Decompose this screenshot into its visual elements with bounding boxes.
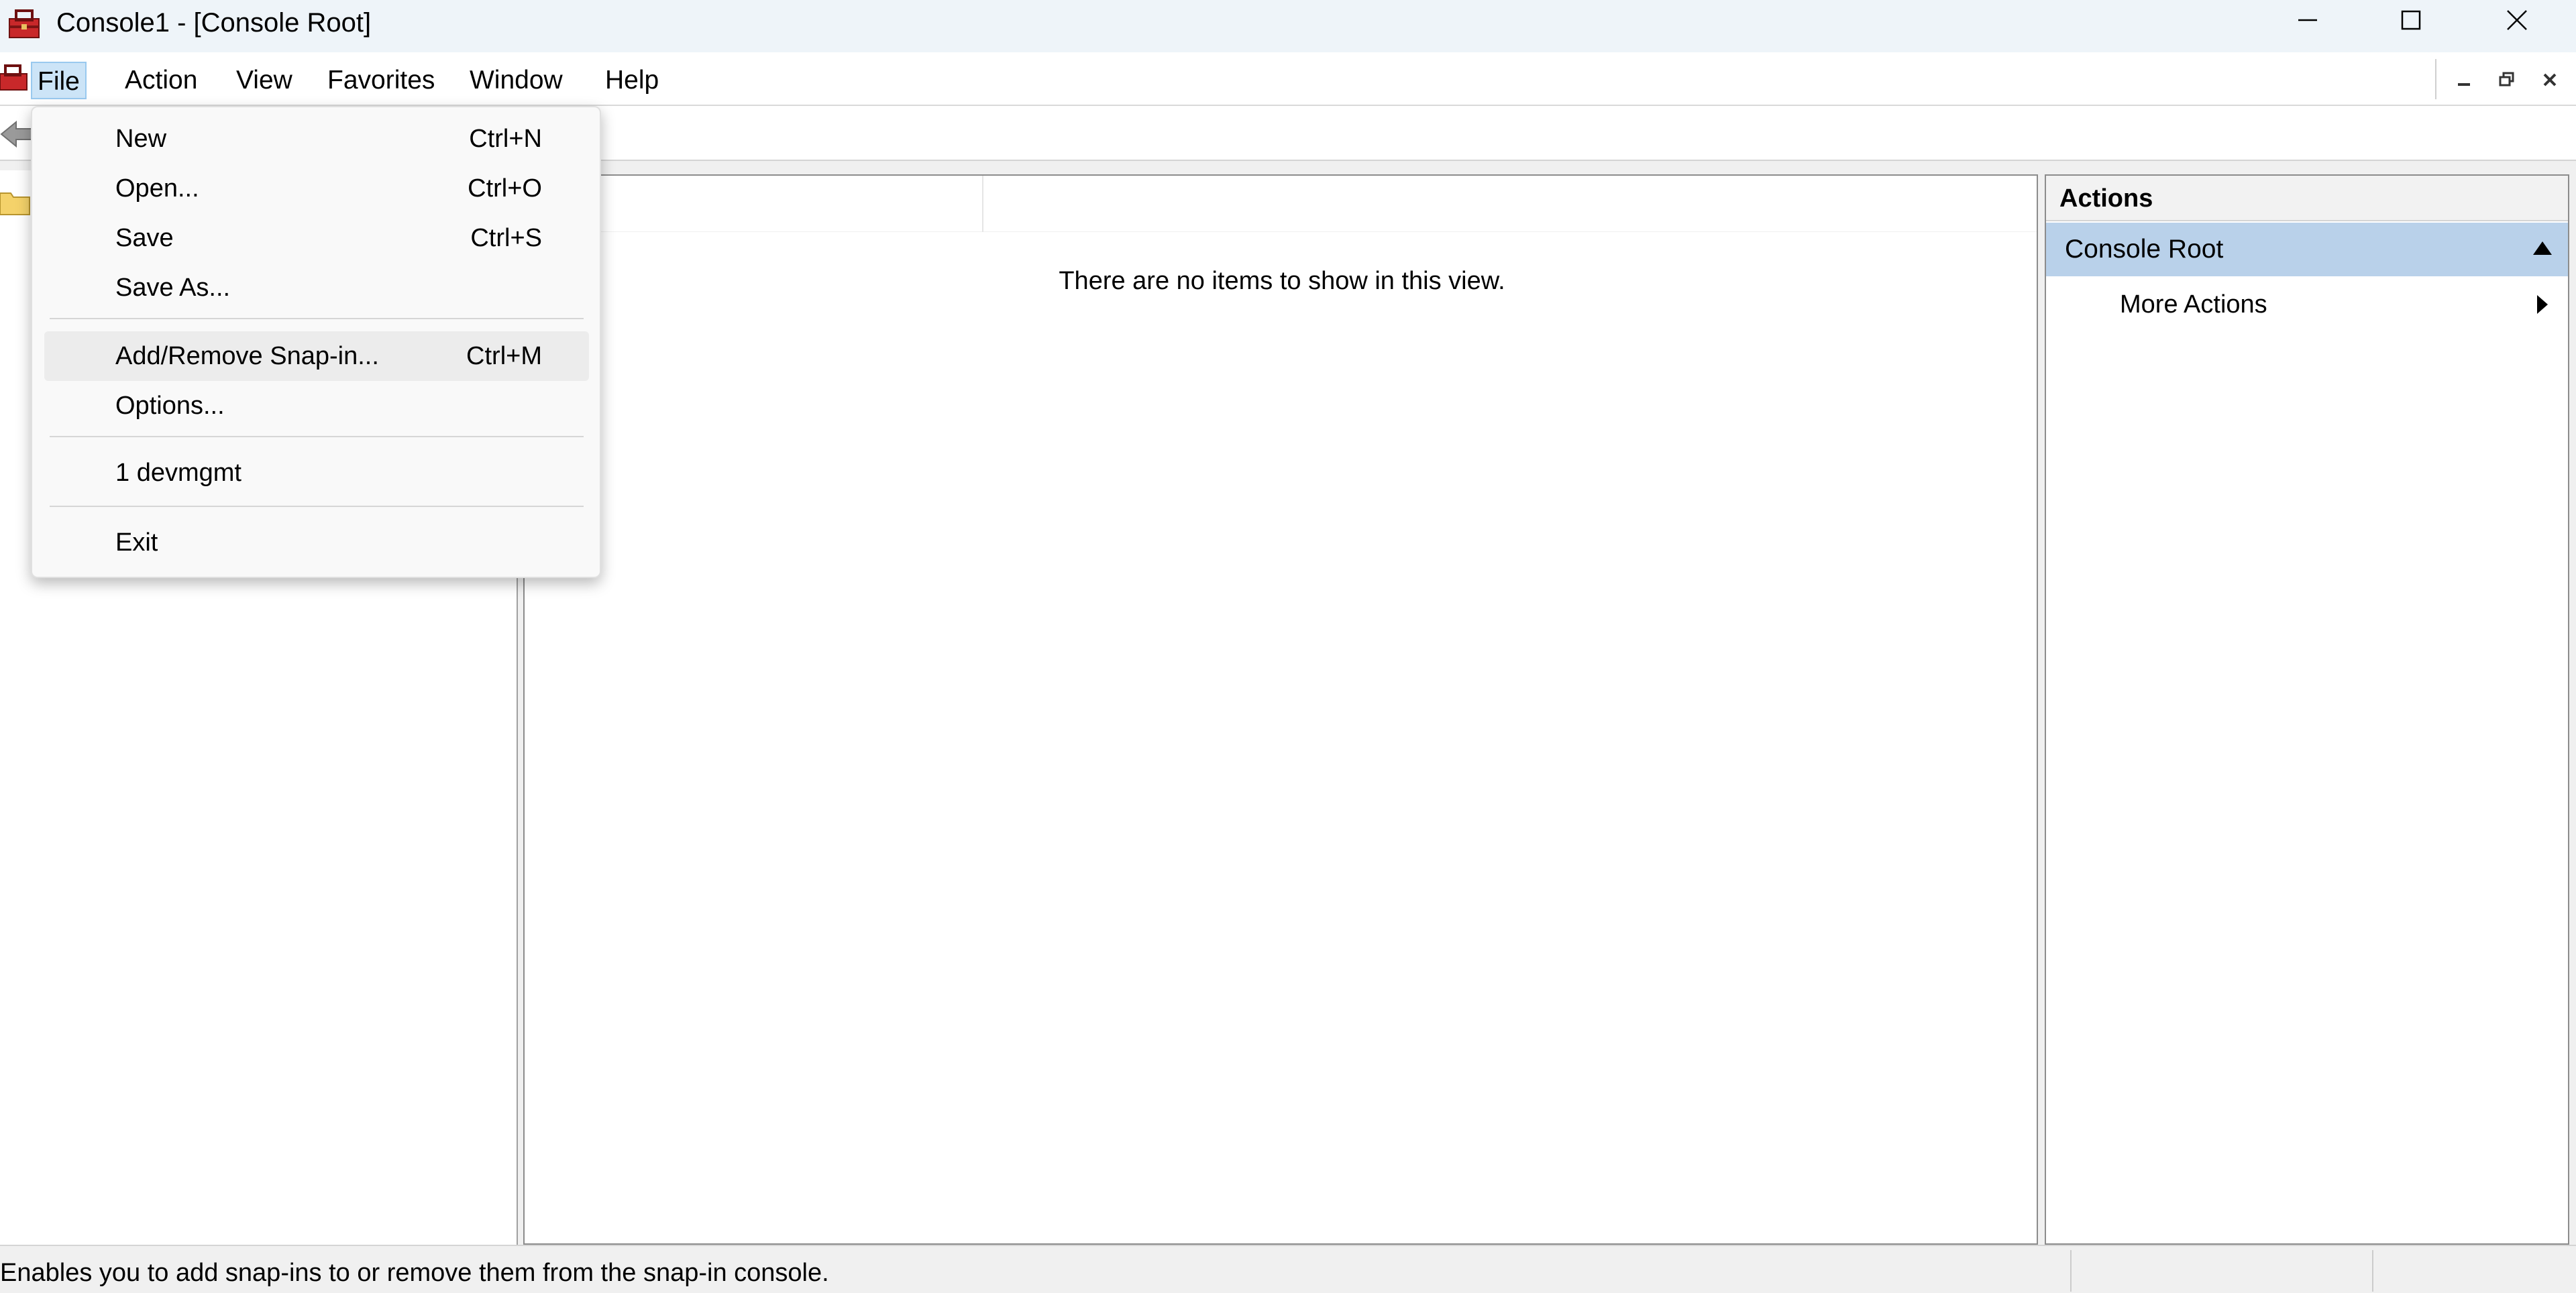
console-toolbox-icon[interactable] (5, 5, 43, 42)
menu-item-label: Open... (115, 174, 199, 203)
menu-separator (50, 318, 584, 319)
actions-item-more-actions[interactable]: More Actions (2046, 278, 2568, 331)
menu-separator (50, 506, 584, 507)
actions-pane: Actions Console Root More Actions (2045, 174, 2569, 1245)
menu-item-exit[interactable]: Exit (44, 518, 589, 567)
menu-item-save-as[interactable]: Save As... (44, 263, 589, 313)
minimize-icon (2298, 19, 2317, 21)
results-pane[interactable]: e There are no items to show in this vie… (523, 174, 2038, 1245)
menu-item-label: 1 devmgmt (115, 459, 241, 487)
menu-window[interactable]: Window (464, 62, 568, 99)
column-header-row: e (525, 176, 2037, 232)
close-button[interactable] (2463, 0, 2571, 40)
menu-separator (50, 436, 584, 437)
actions-section-label: Console Root (2065, 235, 2224, 264)
menu-file[interactable]: File (31, 62, 87, 99)
menu-item-save[interactable]: Save Ctrl+S (44, 213, 589, 263)
menu-item-label: Save As... (115, 274, 231, 302)
restore-icon (2499, 72, 2514, 87)
maximize-button[interactable] (2357, 0, 2465, 40)
child-restore-button[interactable] (2490, 64, 2524, 95)
close-icon (2507, 10, 2527, 30)
menu-item-shortcut: Ctrl+M (466, 342, 542, 370)
status-separator (2372, 1250, 2373, 1292)
menu-bar: File Action View Favorites Window Help (0, 52, 2576, 106)
console-toolbox-icon[interactable] (0, 62, 30, 93)
actions-section-console-root[interactable]: Console Root (2046, 223, 2568, 276)
menu-item-shortcut: Ctrl+S (470, 224, 542, 252)
menu-view[interactable]: View (231, 62, 298, 99)
child-minimize-button[interactable] (2447, 64, 2481, 95)
folder-icon[interactable] (0, 188, 31, 216)
menu-item-new[interactable]: New Ctrl+N (44, 114, 589, 164)
child-window-controls (2435, 59, 2576, 99)
maximize-icon (2401, 10, 2421, 30)
status-text: Enables you to add snap-ins to or remove… (0, 1259, 829, 1287)
menu-action[interactable]: Action (119, 62, 203, 99)
menu-item-shortcut: Ctrl+N (469, 125, 542, 153)
menu-help[interactable]: Help (600, 62, 664, 99)
menu-item-label: New (115, 125, 167, 153)
actions-header: Actions (2046, 176, 2568, 221)
window-title: Console1 - [Console Root] (56, 8, 372, 38)
empty-view-message: There are no items to show in this view. (1059, 267, 1505, 295)
menu-item-label: Exit (115, 528, 158, 557)
menu-item-open[interactable]: Open... Ctrl+O (44, 164, 589, 213)
file-menu-dropdown: New Ctrl+N Open... Ctrl+O Save Ctrl+S Sa… (31, 106, 601, 578)
menu-item-add-remove-snap-in[interactable]: Add/Remove Snap-in... Ctrl+M (44, 331, 589, 381)
menu-item-recent-devmgmt[interactable]: 1 devmgmt (44, 448, 589, 498)
title-bar: Console1 - [Console Root] (0, 0, 2576, 52)
menu-item-shortcut: Ctrl+O (468, 174, 542, 203)
status-bar: Enables you to add snap-ins to or remove… (0, 1245, 2576, 1293)
minimize-icon (2458, 83, 2470, 86)
back-arrow-icon[interactable] (0, 118, 35, 150)
minimize-button[interactable] (2254, 0, 2361, 40)
menu-favorites[interactable]: Favorites (322, 62, 440, 99)
actions-item-label: More Actions (2120, 290, 2267, 319)
status-separator (2070, 1250, 2072, 1292)
child-close-button[interactable] (2533, 64, 2567, 95)
submenu-arrow-icon (2537, 295, 2548, 314)
menu-item-label: Options... (115, 392, 225, 420)
menu-item-options[interactable]: Options... (44, 381, 589, 431)
menu-item-label: Add/Remove Snap-in... (115, 342, 379, 370)
collapse-arrow-icon[interactable] (2533, 241, 2552, 255)
menu-item-label: Save (115, 224, 174, 252)
close-icon (2543, 73, 2557, 87)
